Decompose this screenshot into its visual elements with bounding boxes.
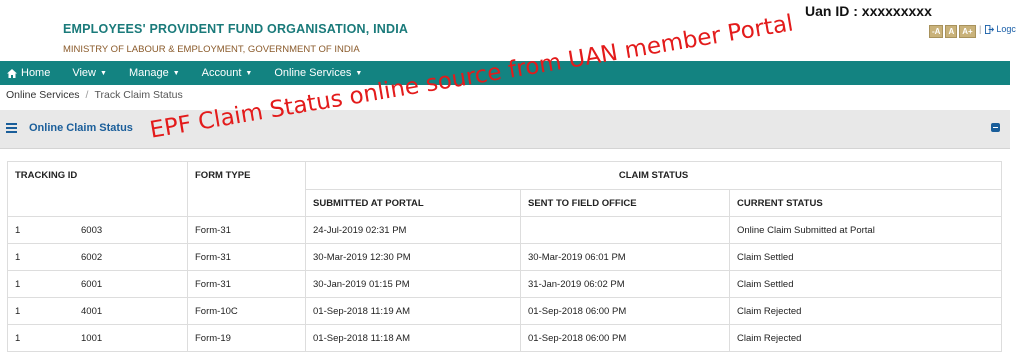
ministry-name: MINISTRY OF LABOUR & EMPLOYMENT, GOVERNM… [63, 44, 360, 55]
serial-number: 1 [15, 224, 21, 236]
menu-icon[interactable] [6, 123, 17, 135]
nav-home[interactable]: Home [0, 61, 61, 85]
sent-header: SENT TO FIELD OFFICE [520, 189, 730, 217]
home-icon [7, 68, 17, 78]
submitted-cell: 24-Jul-2019 02:31 PM [305, 216, 521, 244]
nav-account-label: Account [201, 67, 242, 79]
nav-manage[interactable]: Manage ▼ [118, 61, 191, 85]
sent-cell: 31-Jan-2019 06:02 PM [520, 270, 730, 298]
collapse-icon[interactable] [991, 123, 1000, 132]
serial-number: 1 [15, 251, 21, 263]
org-name: EMPLOYEES' PROVIDENT FUND ORGANISATION, … [63, 22, 409, 36]
table-row: 1 1001 Form-19 01-Sep-2018 11:18 AM 01-Se… [7, 324, 1002, 352]
form-type-cell: Form-10C [187, 297, 306, 325]
panel-title: Online Claim Status [29, 122, 133, 134]
claim-status-header: CLAIM STATUS [305, 161, 1002, 190]
current-status-cell: Claim Rejected [729, 324, 1002, 352]
caret-down-icon: ▼ [245, 69, 253, 77]
current-status-cell: Claim Settled [729, 270, 1002, 298]
tracking-id-header: TRACKING ID [7, 161, 188, 217]
form-type-cell: Form-31 [187, 270, 306, 298]
tracking-id: 6001 [81, 278, 103, 290]
tracking-id-cell: 1 4001 [7, 297, 188, 325]
sent-cell [520, 216, 730, 244]
serial-number: 1 [15, 332, 21, 344]
serial-number: 1 [15, 305, 21, 317]
nav-account[interactable]: Account ▼ [191, 61, 264, 85]
breadcrumb-parent[interactable]: Online Services [6, 89, 80, 101]
font-size-controls: -A A A+ [929, 25, 976, 38]
current-status-header: CURRENT STATUS [729, 189, 1002, 217]
breadcrumb-current: Track Claim Status [94, 89, 183, 101]
form-type-cell: Form-19 [187, 324, 306, 352]
submitted-cell: 30-Jan-2019 01:15 PM [305, 270, 521, 298]
table-row: 1 6001 Form-31 30-Jan-2019 01:15 PM 31-Ja… [7, 270, 1002, 298]
current-status-cell: Claim Rejected [729, 297, 1002, 325]
table-row: 1 6002 Form-31 30-Mar-2019 12:30 PM 30-Ma… [7, 243, 1002, 271]
sent-cell: 01-Sep-2018 06:00 PM [520, 324, 730, 352]
tracking-id: 6002 [81, 251, 103, 263]
divider: | [979, 24, 982, 34]
nav-manage-label: Manage [128, 67, 169, 79]
claim-status-table: TRACKING ID FORM TYPE CLAIM STATUS SUBMI… [7, 161, 1002, 352]
nav-online-services-label: Online Services [274, 67, 352, 79]
submitted-cell: 01-Sep-2018 11:18 AM [305, 324, 521, 352]
submitted-header: SUBMITTED AT PORTAL [305, 189, 521, 217]
breadcrumb: Online Services / Track Claim Status [6, 89, 183, 101]
nav-online-services[interactable]: Online Services ▼ [263, 61, 373, 85]
font-reset-button[interactable]: A [945, 25, 958, 38]
form-type-cell: Form-31 [187, 216, 306, 244]
logout-link[interactable]: | Logc [979, 24, 1016, 34]
caret-down-icon: ▼ [100, 69, 107, 77]
nav-view[interactable]: View ▼ [61, 61, 118, 85]
font-decrease-button[interactable]: -A [929, 25, 944, 38]
current-status-cell: Claim Settled [729, 243, 1002, 271]
form-type-cell: Form-31 [187, 243, 306, 271]
logout-icon [985, 24, 995, 34]
uan-id: Uan ID : xxxxxxxxx [805, 3, 932, 19]
breadcrumb-separator: / [85, 89, 89, 101]
nav-view-label: View [72, 67, 96, 79]
tracking-id-cell: 1 6003 [7, 216, 188, 244]
font-increase-button[interactable]: A+ [959, 25, 976, 38]
caret-down-icon: ▼ [355, 69, 363, 77]
nav-home-label: Home [21, 67, 51, 79]
tracking-id-cell: 1 6002 [7, 243, 188, 271]
tracking-id: 4001 [81, 305, 103, 317]
submitted-cell: 30-Mar-2019 12:30 PM [305, 243, 521, 271]
serial-number: 1 [15, 278, 21, 290]
caret-down-icon: ▼ [172, 69, 180, 77]
sent-cell: 30-Mar-2019 06:01 PM [520, 243, 730, 271]
table-row: 1 4001 Form-10C 01-Sep-2018 11:19 AM 01-S… [7, 297, 1002, 325]
current-status-cell: Online Claim Submitted at Portal [729, 216, 1002, 244]
submitted-cell: 01-Sep-2018 11:19 AM [305, 297, 521, 325]
logout-label: Logc [996, 24, 1016, 34]
form-type-header: FORM TYPE [187, 161, 306, 217]
sent-cell: 01-Sep-2018 06:00 PM [520, 297, 730, 325]
tracking-id-cell: 1 1001 [7, 324, 188, 352]
tracking-id: 6003 [81, 224, 103, 236]
tracking-id: 1001 [81, 332, 103, 344]
tracking-id-cell: 1 6001 [7, 270, 188, 298]
table-row: 1 6003 Form-31 24-Jul-2019 02:31 PM Onlin… [7, 216, 1002, 244]
